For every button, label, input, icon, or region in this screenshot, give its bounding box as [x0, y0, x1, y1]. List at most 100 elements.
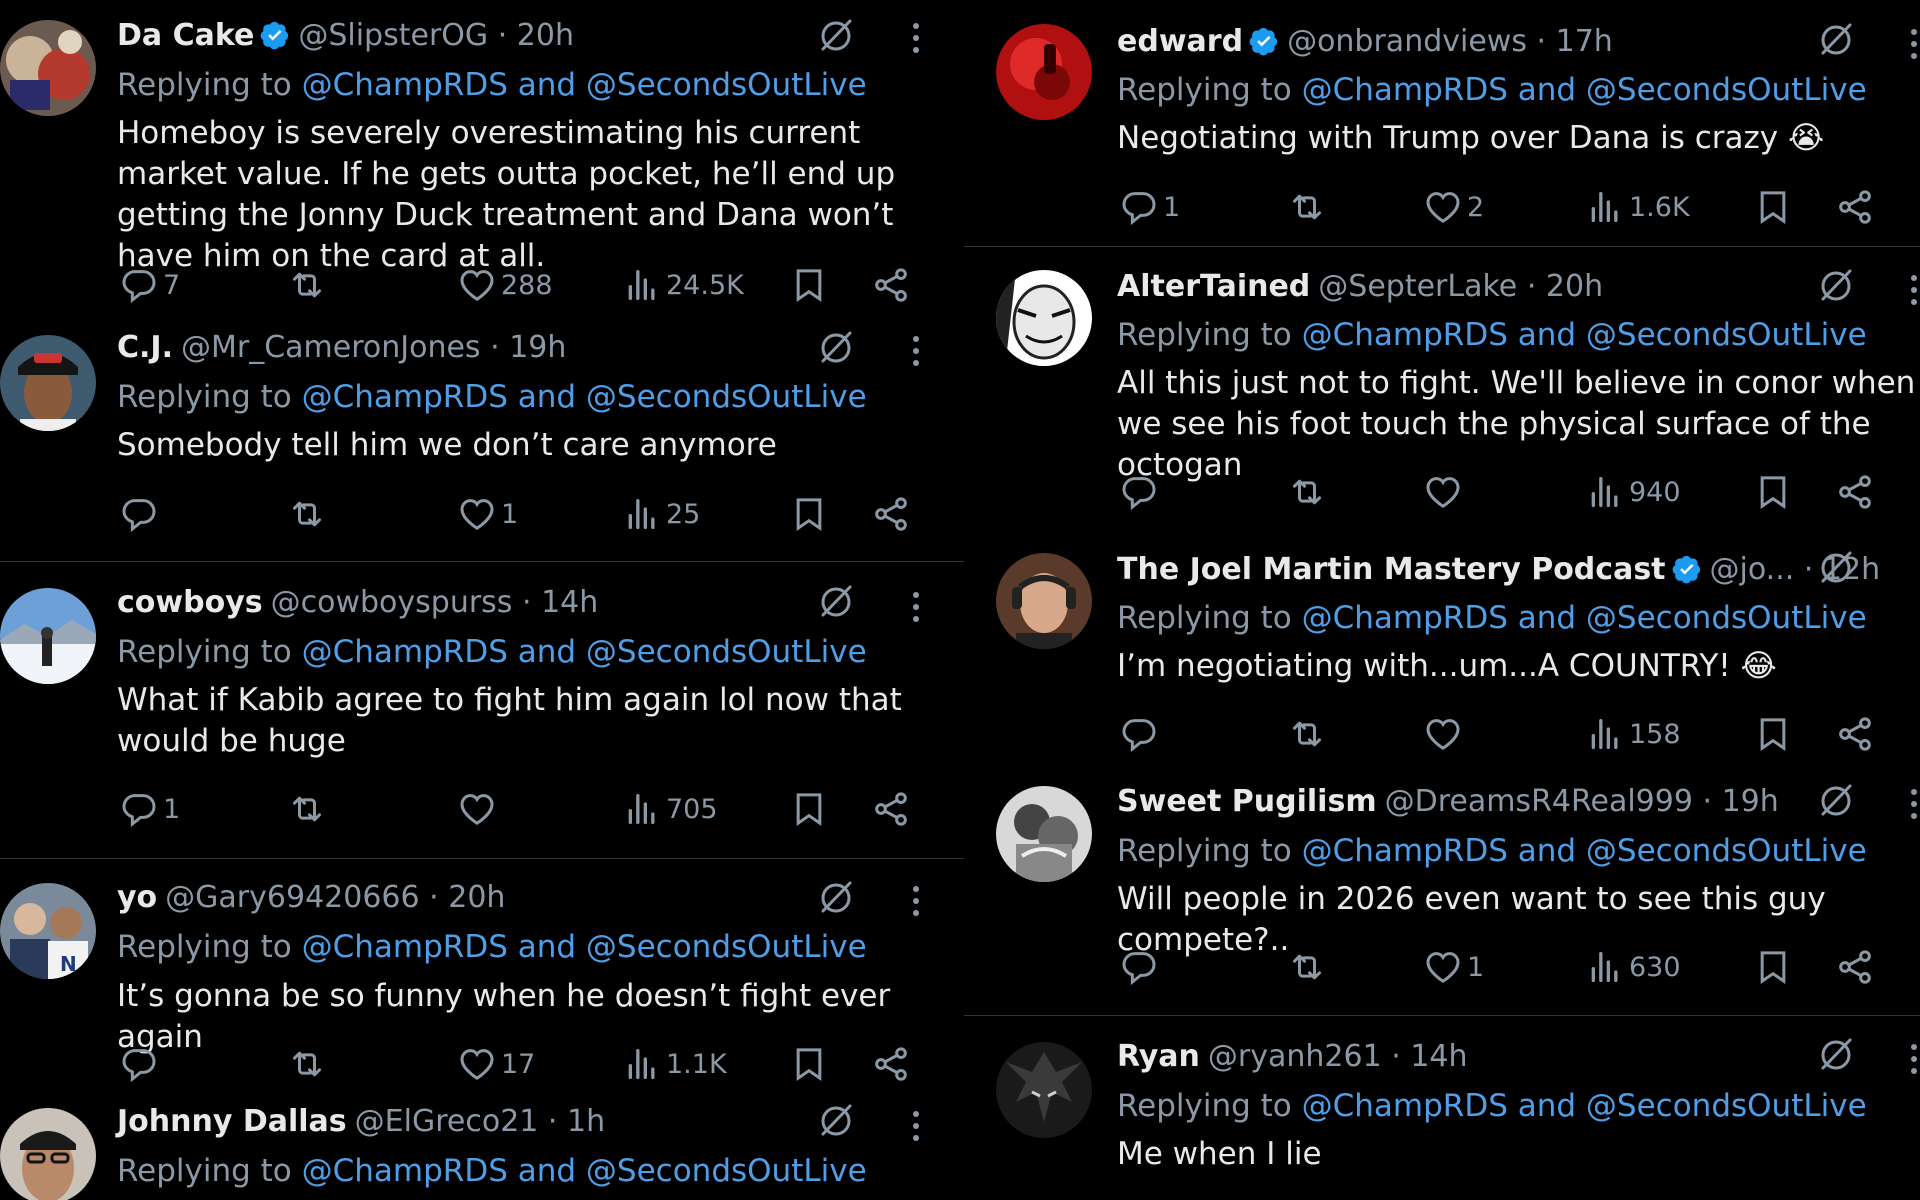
- grok-icon[interactable]: [1816, 20, 1856, 60]
- bookmark-button[interactable]: [1753, 944, 1793, 990]
- grok-icon[interactable]: [1816, 266, 1856, 306]
- user-handle[interactable]: @Gary69420666: [165, 880, 419, 915]
- share-button[interactable]: [871, 491, 911, 537]
- mentions-link[interactable]: @ChampRDS and @SecondsOutLive: [302, 379, 867, 415]
- share-button[interactable]: [1835, 184, 1875, 230]
- more-icon[interactable]: [910, 881, 922, 921]
- mentions-link[interactable]: @ChampRDS and @SecondsOutLive: [302, 634, 867, 670]
- views-button[interactable]: 940: [1585, 469, 1681, 515]
- user-handle[interactable]: @DreamsR4Real999: [1385, 784, 1693, 819]
- bookmark-button[interactable]: [789, 262, 829, 308]
- bookmark-button[interactable]: [789, 786, 829, 832]
- mentions-link[interactable]: @ChampRDS and @SecondsOutLive: [302, 67, 867, 103]
- display-name[interactable]: The Joel Martin Mastery Podcast: [1117, 552, 1666, 587]
- avatar[interactable]: [0, 1108, 96, 1200]
- avatar[interactable]: [996, 553, 1092, 649]
- grok-icon[interactable]: [816, 1101, 856, 1141]
- user-handle[interactable]: @jo...: [1710, 552, 1795, 587]
- grok-icon[interactable]: [816, 16, 856, 56]
- views-button[interactable]: 1.1K: [622, 1041, 727, 1087]
- reply-button[interactable]: 1: [119, 786, 180, 832]
- share-button[interactable]: [1835, 711, 1875, 757]
- views-button[interactable]: 158: [1585, 711, 1681, 757]
- like-button[interactable]: [457, 786, 501, 832]
- bookmark-button[interactable]: [1753, 184, 1793, 230]
- views-button[interactable]: 25: [622, 491, 700, 537]
- views-button[interactable]: 630: [1585, 944, 1681, 990]
- repost-button[interactable]: [287, 491, 331, 537]
- mentions-link[interactable]: @ChampRDS and @SecondsOutLive: [1302, 1088, 1867, 1124]
- timestamp[interactable]: 19h: [509, 330, 566, 365]
- display-name[interactable]: Johnny Dallas: [117, 1104, 347, 1139]
- display-name[interactable]: AlterTained: [1117, 269, 1310, 304]
- mentions-link[interactable]: @ChampRDS and @SecondsOutLive: [302, 929, 867, 965]
- more-icon[interactable]: [910, 1106, 922, 1146]
- reply-button[interactable]: 1: [1119, 184, 1180, 230]
- display-name[interactable]: Ryan: [1117, 1039, 1200, 1074]
- display-name[interactable]: cowboys: [117, 585, 263, 620]
- avatar[interactable]: [996, 786, 1092, 882]
- grok-icon[interactable]: [1816, 1035, 1856, 1075]
- repost-button[interactable]: [1287, 184, 1331, 230]
- avatar[interactable]: [0, 335, 96, 431]
- grok-icon[interactable]: [1816, 781, 1856, 821]
- more-icon[interactable]: [1908, 1039, 1920, 1079]
- display-name[interactable]: Sweet Pugilism: [1117, 784, 1377, 819]
- share-button[interactable]: [1835, 469, 1875, 515]
- display-name[interactable]: yo: [117, 880, 157, 915]
- timestamp[interactable]: 20h: [517, 18, 574, 53]
- display-name[interactable]: C.J.: [117, 330, 173, 365]
- mentions-link[interactable]: @ChampRDS and @SecondsOutLive: [302, 1153, 867, 1189]
- share-button[interactable]: [871, 1041, 911, 1087]
- timestamp[interactable]: 1h: [567, 1104, 605, 1139]
- like-button[interactable]: 17: [457, 1041, 535, 1087]
- share-button[interactable]: [871, 262, 911, 308]
- display-name[interactable]: Da Cake: [117, 18, 254, 53]
- reply-button[interactable]: [1119, 469, 1163, 515]
- user-handle[interactable]: @Mr_CameronJones: [181, 330, 481, 365]
- more-icon[interactable]: [910, 331, 922, 371]
- more-icon[interactable]: [910, 587, 922, 627]
- like-button[interactable]: 1: [1423, 944, 1484, 990]
- user-handle[interactable]: @SlipsterOG: [298, 18, 488, 53]
- like-button[interactable]: 1: [457, 491, 518, 537]
- timestamp[interactable]: 17h: [1556, 24, 1613, 59]
- more-icon[interactable]: [1908, 784, 1920, 824]
- timestamp[interactable]: 14h: [1410, 1039, 1467, 1074]
- like-button[interactable]: [1423, 469, 1467, 515]
- bookmark-button[interactable]: [789, 491, 829, 537]
- like-button[interactable]: 2: [1423, 184, 1484, 230]
- mentions-link[interactable]: @ChampRDS and @SecondsOutLive: [1302, 72, 1867, 108]
- grok-icon[interactable]: [1816, 548, 1856, 588]
- reply-button[interactable]: [1119, 944, 1163, 990]
- user-handle[interactable]: @ElGreco21: [355, 1104, 539, 1139]
- share-button[interactable]: [871, 786, 911, 832]
- bookmark-button[interactable]: [1753, 711, 1793, 757]
- bookmark-button[interactable]: [1753, 469, 1793, 515]
- more-icon[interactable]: [910, 18, 922, 58]
- grok-icon[interactable]: [816, 582, 856, 622]
- timestamp[interactable]: 20h: [448, 880, 505, 915]
- repost-button[interactable]: [287, 262, 331, 308]
- like-button[interactable]: 288: [457, 262, 553, 308]
- like-button[interactable]: [1423, 711, 1467, 757]
- avatar[interactable]: [996, 24, 1092, 120]
- repost-button[interactable]: [1287, 469, 1331, 515]
- mentions-link[interactable]: @ChampRDS and @SecondsOutLive: [1302, 600, 1867, 636]
- avatar[interactable]: [0, 20, 96, 116]
- user-handle[interactable]: @onbrandviews: [1287, 24, 1527, 59]
- grok-icon[interactable]: [816, 878, 856, 918]
- repost-button[interactable]: [1287, 711, 1331, 757]
- reply-button[interactable]: 7: [119, 262, 180, 308]
- share-button[interactable]: [1835, 944, 1875, 990]
- avatar[interactable]: [0, 588, 96, 684]
- views-button[interactable]: 1.6K: [1585, 184, 1690, 230]
- user-handle[interactable]: @cowboyspurss: [271, 585, 513, 620]
- user-handle[interactable]: @ryanh261: [1208, 1039, 1382, 1074]
- mentions-link[interactable]: @ChampRDS and @SecondsOutLive: [1302, 317, 1867, 353]
- views-button[interactable]: 705: [622, 786, 718, 832]
- repost-button[interactable]: [287, 1041, 331, 1087]
- display-name[interactable]: edward: [1117, 24, 1243, 59]
- mentions-link[interactable]: @ChampRDS and @SecondsOutLive: [1302, 833, 1867, 869]
- timestamp[interactable]: 20h: [1546, 269, 1603, 304]
